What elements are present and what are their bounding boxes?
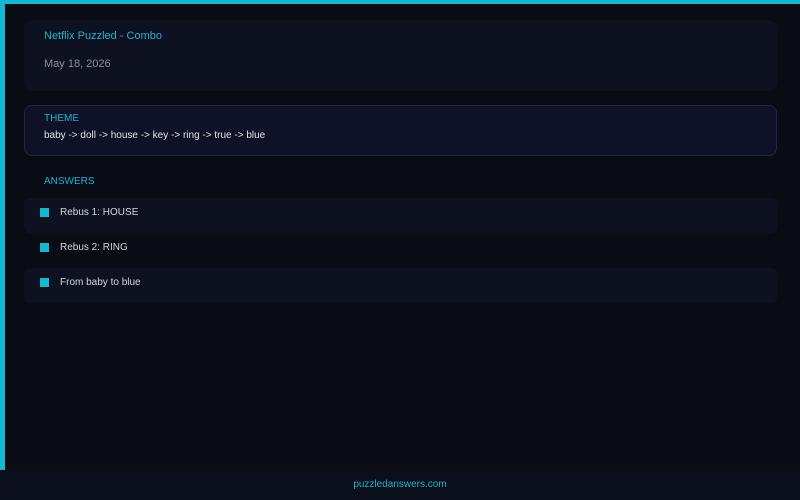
left-accent-bar [0, 0, 5, 470]
answer-text: Rebus 2: RING [60, 242, 128, 253]
theme-label: THEME [44, 113, 79, 124]
theme-text: baby -> doll -> house -> key -> ring -> … [44, 130, 266, 141]
site-link[interactable]: puzzledanswers.com [0, 479, 800, 490]
square-bullet-icon [40, 208, 49, 217]
theme-card: THEME baby -> doll -> house -> key -> ri… [24, 105, 777, 156]
header-card: Netflix Puzzled - Combo May 18, 2026 [24, 20, 777, 91]
footer: puzzledanswers.com [0, 470, 800, 500]
answer-text: From baby to blue [60, 277, 141, 288]
square-bullet-icon [40, 278, 49, 287]
square-bullet-icon [40, 243, 49, 252]
top-accent-bar [0, 0, 800, 4]
answer-item: From baby to blue [24, 268, 777, 303]
publish-date: May 18, 2026 [44, 58, 111, 70]
answer-text: Rebus 1: HOUSE [60, 207, 139, 218]
answer-item: Rebus 2: RING [24, 233, 777, 268]
answers-heading: ANSWERS [44, 176, 95, 187]
page-title: Netflix Puzzled - Combo [44, 30, 162, 42]
answer-item: Rebus 1: HOUSE [24, 198, 777, 233]
